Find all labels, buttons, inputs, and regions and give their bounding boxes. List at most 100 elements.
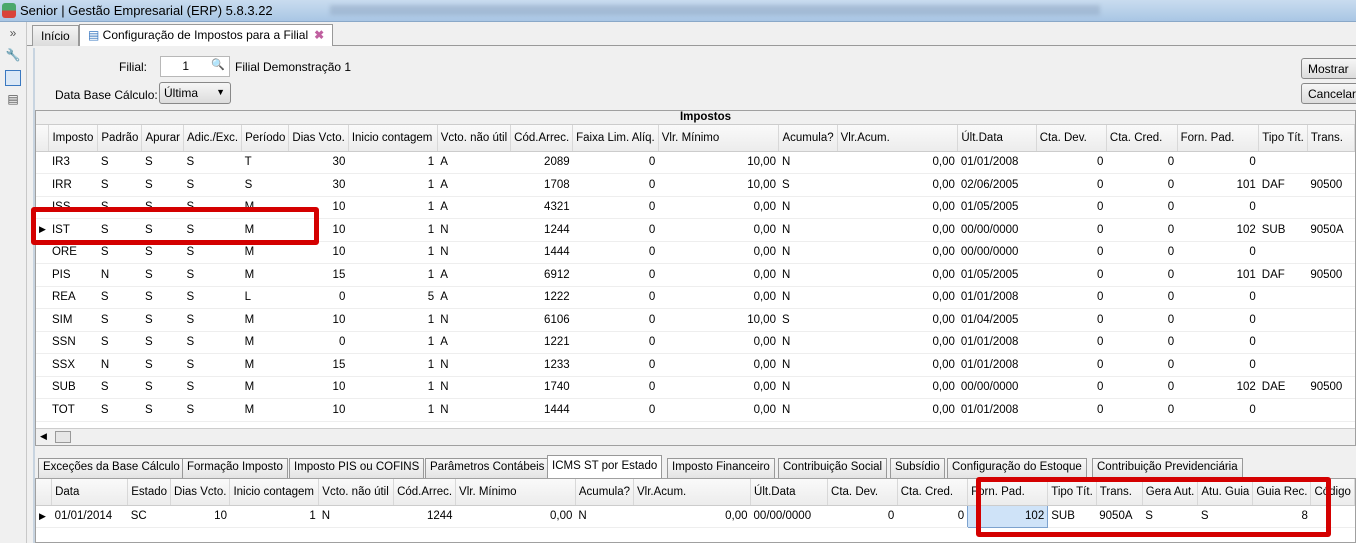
cell-periodo[interactable]: M: [241, 398, 289, 422]
col-header-vcto-nao-util[interactable]: Vcto. não útil: [318, 479, 395, 506]
cell-data[interactable]: 01/01/2014: [51, 505, 128, 528]
col-header-cta-cred[interactable]: Cta. Cred.: [897, 479, 969, 506]
cell-cta-dev[interactable]: 0: [1036, 218, 1107, 242]
cell-forn-pad[interactable]: 0: [1177, 286, 1259, 309]
close-icon[interactable]: ✖: [314, 28, 324, 42]
col-header-atu-guia[interactable]: Atu. Guia: [1197, 479, 1254, 506]
cell-cta-dev[interactable]: 0: [1036, 331, 1107, 354]
cell-vcto-nao-util[interactable]: N: [437, 376, 511, 399]
cell-apurar[interactable]: S: [141, 173, 184, 197]
cell-padrao[interactable]: S: [97, 398, 142, 422]
cell-tipo-tit[interactable]: [1258, 286, 1308, 309]
cell-cta-cred[interactable]: 0: [1106, 331, 1178, 354]
cell-cod-arrec[interactable]: 1222: [510, 286, 573, 309]
cell-acumula[interactable]: N: [778, 196, 838, 219]
cell-cta-cred[interactable]: 0: [1106, 218, 1178, 242]
cell-ult-data[interactable]: 00/00/0000: [957, 376, 1037, 399]
cell-apurar[interactable]: S: [141, 263, 184, 287]
cell-adic-exc[interactable]: S: [183, 263, 242, 287]
tab-parametros-contabeis[interactable]: Parâmetros Contábeis: [425, 458, 550, 478]
col-header-data[interactable]: Data: [51, 479, 129, 506]
cell-vlr-minimo[interactable]: 0,00: [658, 376, 779, 399]
col-header-cod-arrec[interactable]: Cód.Arrec.: [393, 479, 457, 506]
cell-faixa-lim-aliq[interactable]: 0: [572, 241, 659, 264]
cell-acumula[interactable]: N: [778, 151, 838, 174]
cell-vlr-acum[interactable]: 0,00: [837, 308, 958, 332]
col-header-acumula[interactable]: Acumula?: [575, 479, 635, 506]
cell-periodo[interactable]: M: [241, 241, 289, 264]
cell-trans[interactable]: [1307, 151, 1355, 174]
cell-estado[interactable]: SC: [127, 505, 171, 528]
cell-faixa-lim-aliq[interactable]: 0: [572, 398, 659, 422]
cell-vlr-acum[interactable]: 0,00: [837, 263, 958, 287]
cell-vlr-acum[interactable]: 0,00: [837, 218, 958, 242]
cell-adic-exc[interactable]: S: [183, 376, 242, 399]
cell-vcto-nao-util[interactable]: A: [437, 263, 511, 287]
col-header-forn-pad[interactable]: Forn. Pad.: [967, 479, 1049, 506]
cell-acumula[interactable]: S: [778, 173, 838, 197]
cell-trans[interactable]: 9050A: [1307, 218, 1355, 242]
col-header-forn-pad[interactable]: Forn. Pad.: [1177, 125, 1260, 152]
cell-inicio-contagem[interactable]: 1: [348, 241, 438, 264]
cell-tipo-tit[interactable]: [1258, 196, 1308, 219]
cell-tipo-tit[interactable]: DAF: [1258, 263, 1308, 287]
cell-cod-arrec[interactable]: 1740: [510, 376, 573, 399]
cell-tipo-tit[interactable]: SUB: [1047, 505, 1097, 528]
cell-vlr-acum[interactable]: 0,00: [837, 398, 958, 422]
col-header-apurar[interactable]: Apurar: [141, 125, 184, 152]
cell-cod-arrec[interactable]: 1708: [510, 173, 573, 197]
cell-dias-vcto[interactable]: 10: [288, 398, 349, 422]
cell-ult-data[interactable]: 01/05/2005: [957, 196, 1037, 219]
cell-apurar[interactable]: S: [141, 331, 184, 354]
cell-acumula[interactable]: N: [778, 376, 838, 399]
cell-dias-vcto[interactable]: 10: [170, 505, 230, 528]
cell-periodo[interactable]: M: [241, 331, 289, 354]
cell-vlr-acum[interactable]: 0,00: [837, 331, 958, 354]
col-header-guia-rec[interactable]: Guia Rec.: [1252, 479, 1312, 506]
cell-inicio-contagem[interactable]: 1: [348, 196, 438, 219]
cell-vcto-nao-util[interactable]: N: [437, 353, 511, 377]
col-header-dias-vcto[interactable]: Dias Vcto.: [288, 125, 349, 152]
table-row[interactable]: REA S S S L 0 5 A 1222 0 0,00 N 0,00 01/01/2008 0 0 0: [36, 286, 1355, 309]
cell-tipo-tit[interactable]: [1258, 241, 1308, 264]
tab-imposto-pis-ou-cofins[interactable]: Imposto PIS ou COFINS: [289, 458, 425, 478]
cell-acumula[interactable]: N: [778, 263, 838, 287]
col-header-faixa-lim-aliq[interactable]: Faixa Lim. Alíq.: [572, 125, 659, 152]
cell-trans[interactable]: [1307, 286, 1355, 309]
cell-dias-vcto[interactable]: 0: [288, 331, 349, 354]
cell-inicio-contagem[interactable]: 1: [348, 263, 438, 287]
cell-trans[interactable]: [1307, 398, 1355, 422]
cell-dias-vcto[interactable]: 15: [288, 353, 349, 377]
table-row[interactable]: ▶ IST S S S M 10 1 N 1244 0 0,00 N 0,00 00/00/0000 0 0 10…: [36, 218, 1355, 242]
cell-padrao[interactable]: S: [97, 196, 142, 219]
scroll-left-icon[interactable]: ◀: [40, 431, 47, 442]
cell-forn-pad[interactable]: 101: [1177, 263, 1259, 287]
cell-faixa-lim-aliq[interactable]: 0: [572, 286, 659, 309]
col-header-codigo[interactable]: Código: [1310, 479, 1355, 506]
cell-cta-dev[interactable]: 0: [1036, 286, 1107, 309]
cell-vcto-nao-util[interactable]: A: [437, 286, 511, 309]
cell-cta-cred[interactable]: 0: [1106, 308, 1178, 332]
tab-excecoes-da-base-calculo[interactable]: Exceções da Base Cálculo: [38, 458, 185, 478]
cell-vlr-minimo[interactable]: 0,00: [455, 505, 576, 528]
cell-padrao[interactable]: S: [97, 308, 142, 332]
cell-cod-arrec[interactable]: 2089: [510, 151, 573, 174]
cell-cta-dev[interactable]: 0: [1036, 173, 1107, 197]
cell-trans[interactable]: [1307, 196, 1355, 219]
cell-dias-vcto[interactable]: 10: [288, 196, 349, 219]
table-row[interactable]: IR3 S S S T 30 1 A 2089 0 10,00 N 0,00 01/01/2008 0 0 0: [36, 151, 1355, 174]
col-header-inicio-contagem[interactable]: Inicio contagem: [348, 125, 438, 152]
tab-configuracao[interactable]: ▤ Configuração de Impostos para a Filial…: [79, 24, 334, 46]
cell-dias-vcto[interactable]: 10: [288, 218, 349, 242]
col-header-vlr-minimo[interactable]: Vlr. Mínimo: [658, 125, 780, 152]
cell-padrao[interactable]: S: [97, 331, 142, 354]
cell-periodo[interactable]: M: [241, 376, 289, 399]
cell-periodo[interactable]: M: [241, 308, 289, 332]
cell-ult-data[interactable]: 01/01/2008: [957, 151, 1037, 174]
cell-vlr-acum[interactable]: 0,00: [837, 173, 958, 197]
cell-tipo-tit[interactable]: DAE: [1258, 376, 1308, 399]
cell-trans[interactable]: [1307, 353, 1355, 377]
cell-faixa-lim-aliq[interactable]: 0: [572, 353, 659, 377]
cell-inicio-contagem[interactable]: 1: [348, 308, 438, 332]
table-row[interactable]: IRR S S S S 30 1 A 1708 0 10,00 S 0,00 02/06/2005 0 0 10…: [36, 173, 1355, 197]
